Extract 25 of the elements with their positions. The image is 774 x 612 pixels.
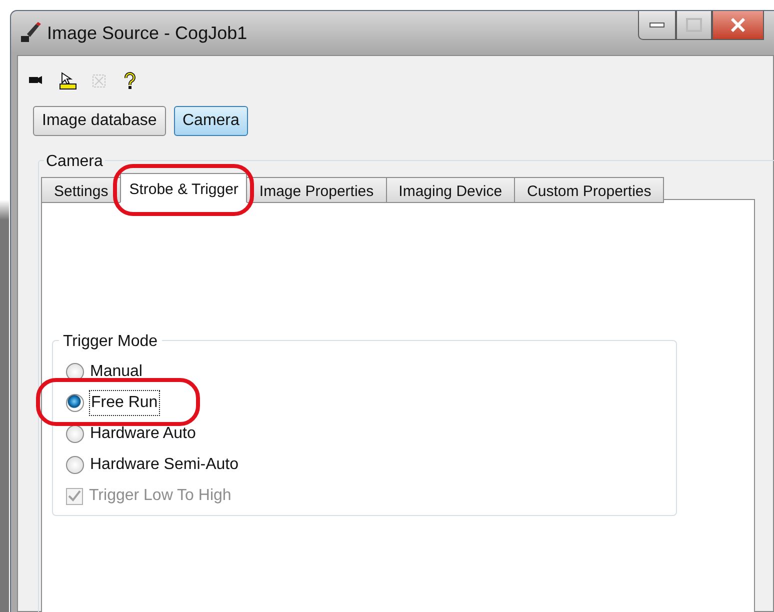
maximize-button[interactable] — [676, 11, 712, 40]
source-button[interactable]: Camera — [174, 106, 248, 136]
option-label: Free Run — [90, 391, 159, 415]
pointer-ruler-icon[interactable] — [59, 72, 77, 90]
close-button[interactable] — [712, 11, 764, 40]
radio-button[interactable] — [66, 425, 84, 443]
window-title: Image Source - CogJob1 — [47, 22, 248, 45]
tab[interactable]: Settings — [41, 177, 122, 203]
app-icon — [19, 22, 43, 44]
radio-button[interactable] — [66, 456, 84, 474]
minimize-icon — [649, 22, 665, 28]
close-icon — [730, 18, 746, 32]
option-label: Manual — [90, 362, 142, 382]
source-button[interactable]: Image database — [33, 106, 166, 136]
maximize-icon — [686, 18, 702, 32]
option-label: Hardware Auto — [90, 424, 196, 444]
tab[interactable]: Imaging Device — [386, 177, 516, 203]
tab[interactable]: Strobe & Trigger — [120, 173, 248, 203]
option-label: Hardware Semi-Auto — [90, 455, 238, 475]
tab[interactable]: Custom Properties — [514, 177, 664, 203]
radio-button[interactable] — [66, 394, 84, 412]
scrollbar[interactable] — [0, 200, 9, 612]
minimize-button[interactable] — [638, 11, 676, 40]
tab[interactable]: Image Properties — [246, 177, 387, 203]
option-label: Trigger Low To High — [89, 486, 232, 506]
